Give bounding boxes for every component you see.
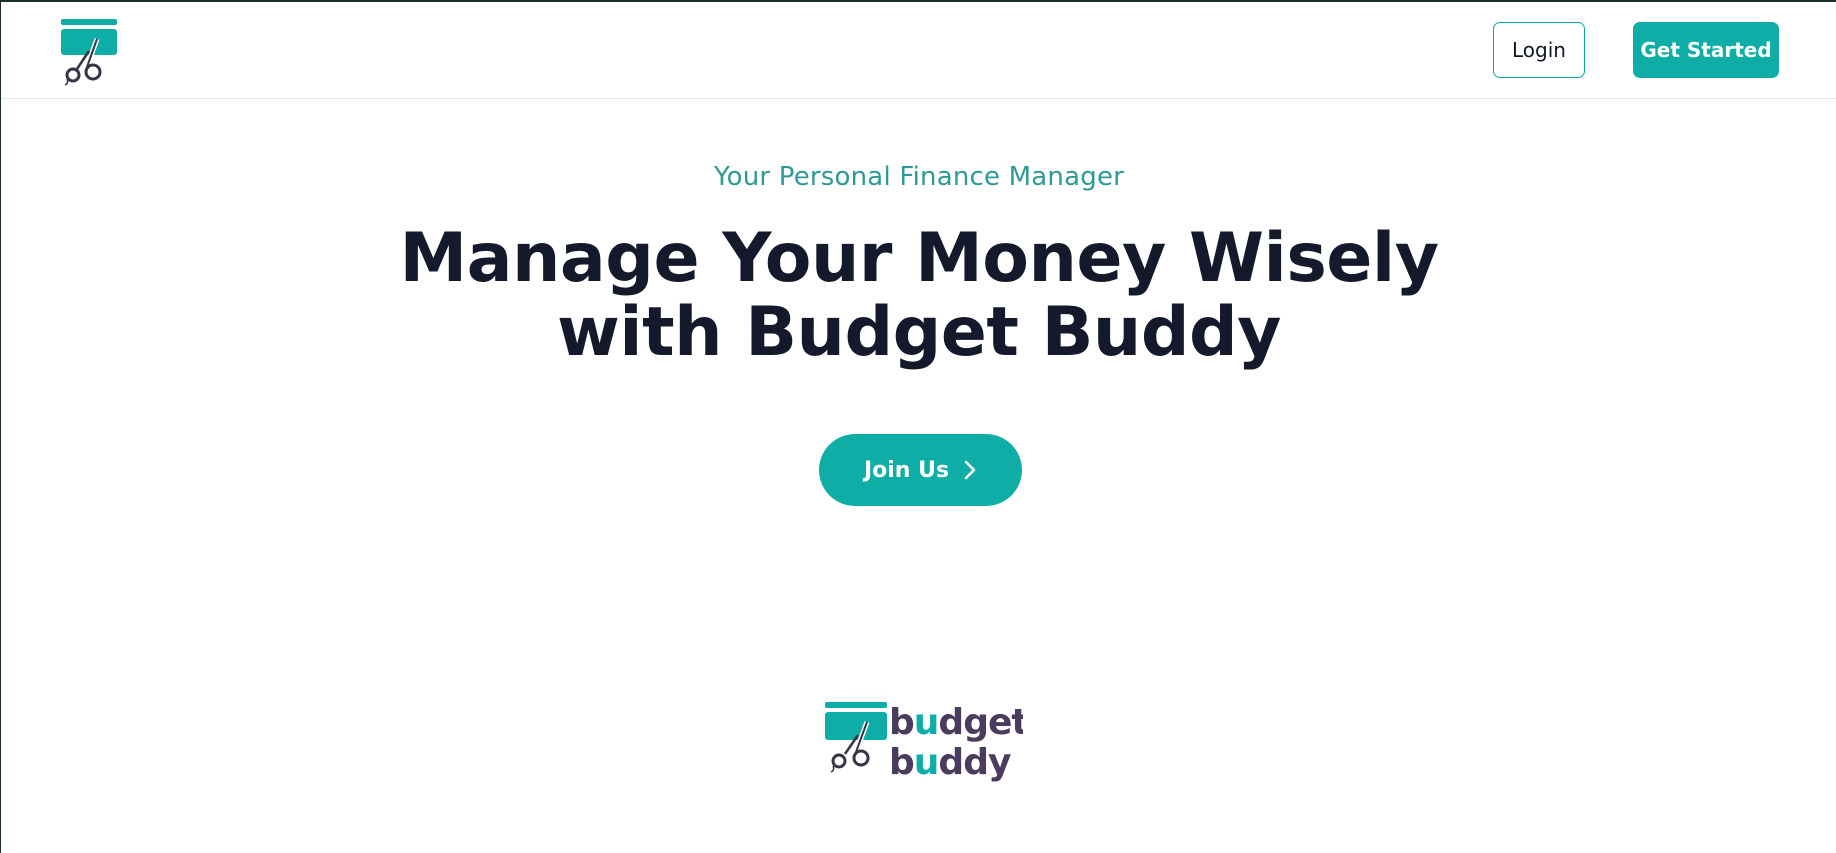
- get-started-button[interactable]: Get Started: [1633, 22, 1779, 78]
- hero-headline-line1: Manage Your Money Wisely: [399, 219, 1439, 298]
- login-button[interactable]: Login: [1493, 22, 1585, 78]
- chevron-right-icon: [964, 460, 976, 480]
- hero-headline-line2: with Budget Buddy: [556, 293, 1282, 372]
- logo-word-buddy: buddy: [889, 742, 1011, 782]
- hero-tagline: Your Personal Finance Manager: [713, 162, 1125, 192]
- join-us-button[interactable]: Join Us: [819, 434, 1022, 506]
- logo-card-scissors-icon: [825, 702, 887, 773]
- logo-word-budget: budget: [889, 702, 1023, 743]
- hero-section: Your Personal Finance Manager Manage You…: [1, 162, 1836, 370]
- join-us-label: Join Us: [863, 457, 950, 483]
- page: Login Get Started Your Personal Finance …: [0, 0, 1836, 853]
- navbar: Login Get Started: [1, 2, 1836, 99]
- budget-buddy-logo: budget buddy: [825, 702, 1023, 782]
- credit-card-scissors-icon[interactable]: [59, 19, 119, 91]
- hero-headline: Manage Your Money Wisely with Budget Bud…: [369, 222, 1469, 370]
